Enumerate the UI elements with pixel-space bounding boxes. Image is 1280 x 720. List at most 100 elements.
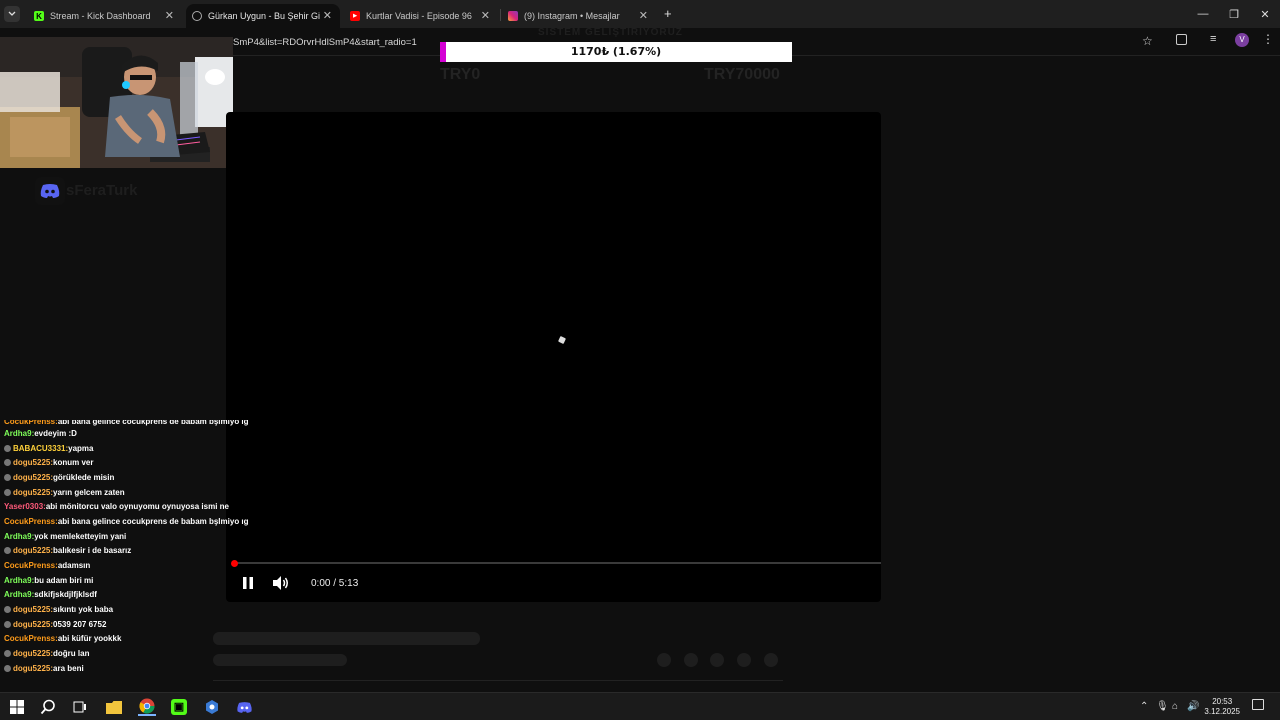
restore-icon[interactable]: ❐: [1217, 0, 1251, 28]
tab-separator: [500, 9, 501, 21]
clock-date: 3.12.2025: [1204, 707, 1240, 716]
chat-message: dogu5225: doğru lan: [0, 646, 250, 661]
chat-message: Ardha9: evdeyim :D: [0, 426, 250, 441]
windows-start-icon[interactable]: [8, 698, 26, 716]
chat-username: Ardha9: [4, 531, 32, 541]
action-skeleton: [710, 653, 724, 667]
browser-menu-icon[interactable]: ⋮: [1262, 32, 1274, 46]
chat-text: abi bana gelince cocukprens de babam bşl…: [57, 516, 249, 526]
chrome-icon[interactable]: [138, 698, 156, 716]
chat-username: BABACU3331: [13, 443, 66, 453]
chat-message: dogu5225: 0539 207 6752: [0, 617, 250, 632]
extensions-icon[interactable]: [1176, 34, 1187, 45]
volume-icon[interactable]: [272, 575, 290, 591]
user-badge-icon: [4, 650, 11, 658]
user-badge-icon: [4, 473, 11, 481]
audio-wave-icon: [192, 11, 202, 21]
chat-username: Yaser0303: [4, 502, 44, 512]
address-bar[interactable]: SmP4&list=RDOrvrHdlSmP4&start_radio=1: [233, 37, 417, 48]
chat-text: yarın gelcem zaten: [53, 487, 125, 497]
media-controls-icon[interactable]: ≡: [1210, 33, 1216, 45]
chat-text: görüklede misin: [53, 472, 115, 482]
tab-gurkan-uygun[interactable]: Gürkan Uygun - Bu Şehir Girdap ✕: [186, 4, 340, 28]
chevron-up-icon[interactable]: ⌃: [1140, 701, 1148, 712]
donation-title: SISTEM GELİŞTİRİYORUZ: [538, 27, 683, 38]
video-time-display: 0:00 / 5:13: [311, 578, 359, 589]
divider: [213, 680, 783, 681]
tab-title: Stream - Kick Dashboard: [50, 11, 151, 21]
network-icon[interactable]: ⌂: [1172, 701, 1178, 712]
profile-avatar[interactable]: V: [1235, 33, 1249, 47]
chat-message: CocukPrenss: abi küfür yookkk: [0, 632, 250, 647]
chat-text: konum ver: [53, 458, 94, 468]
tab-title: (9) Instagram • Mesajlar: [524, 11, 620, 21]
chat-username: CocukPrenss: [4, 420, 56, 426]
chat-username: Ardha9: [4, 590, 32, 600]
notifications-icon[interactable]: [1252, 699, 1264, 710]
donation-min-label: TRY0: [440, 66, 481, 83]
discord-icon: [35, 177, 65, 205]
chat-username: Ardha9: [4, 575, 32, 585]
network-app-icon[interactable]: [203, 698, 221, 716]
tab-instagram[interactable]: (9) Instagram • Mesajlar ✕: [502, 4, 656, 28]
donation-progress-bar: 1170₺ (1.67%): [440, 42, 792, 62]
chat-message: CocukPrenss: adamsın: [0, 558, 250, 573]
stream-chat-overlay: CocukPrenss: abi bana gelince cocukprens…: [0, 420, 250, 688]
chat-message: Ardha9: bu adam biri mi: [0, 573, 250, 588]
discord-icon[interactable]: [235, 698, 253, 716]
minimize-icon[interactable]: —: [1186, 0, 1220, 28]
new-tab-button[interactable]: +: [664, 6, 672, 21]
speaker-icon[interactable]: 🔊: [1187, 701, 1199, 712]
clock-time: 20:53: [1212, 697, 1233, 706]
tab-search-button[interactable]: [4, 6, 20, 22]
user-badge-icon: [4, 488, 11, 496]
chat-message: CocukPrenss: abi bana gelince cocukprens…: [0, 420, 250, 426]
chat-message: dogu5225: görüklede misin: [0, 470, 250, 485]
chat-text: adamsın: [57, 561, 91, 571]
chat-text: yapma: [68, 443, 94, 453]
loading-spinner-icon: [558, 336, 566, 344]
user-badge-icon: [4, 620, 11, 628]
tab-title: Kurtlar Vadisi - Episode 96 Mix: [366, 11, 474, 21]
action-skeleton: [764, 653, 778, 667]
chat-text: doğru lan: [53, 649, 90, 659]
user-badge-icon: [4, 459, 11, 467]
chat-text: abi mönitorcu valo oynuyomu oynuyosa ism…: [45, 502, 229, 512]
close-window-icon[interactable]: ✕: [1248, 0, 1280, 28]
close-tab-icon[interactable]: ✕: [639, 9, 648, 22]
donation-amount-text: 1170₺ (1.67%): [570, 45, 662, 58]
bookmark-star-icon[interactable]: ☆: [1142, 34, 1153, 48]
video-player[interactable]: 0:00 / 5:13: [226, 112, 881, 602]
tab-kurtlar-vadisi[interactable]: ▶ Kurtlar Vadisi - Episode 96 Mix ✕: [344, 4, 498, 28]
close-tab-icon[interactable]: ✕: [323, 9, 332, 22]
streamer-webcam-image: [0, 37, 233, 168]
task-view-icon[interactable]: [71, 698, 89, 716]
search-icon[interactable]: [39, 698, 57, 716]
close-tab-icon[interactable]: ✕: [481, 9, 490, 22]
file-explorer-icon[interactable]: [105, 698, 123, 716]
chat-message: dogu5225: ara beni: [0, 661, 250, 676]
chat-text: abi küfür yookkk: [57, 634, 122, 644]
tab-title: Gürkan Uygun - Bu Şehir Girdap: [208, 11, 320, 21]
chat-username: dogu5225: [13, 472, 51, 482]
chat-username: dogu5225: [13, 663, 51, 673]
chat-message: Yaser0303: abi mönitorcu valo oynuyomu o…: [0, 499, 250, 514]
chat-username: dogu5225: [13, 458, 51, 468]
microphone-icon[interactable]: 🎙: [1156, 701, 1169, 712]
chat-message: Ardha9: yok memleketteyim yani: [0, 529, 250, 544]
chat-username: CocukPrenss: [4, 561, 56, 571]
chat-message: dogu5225: yarın gelcem zaten: [0, 485, 250, 500]
taskbar-clock[interactable]: 20:53 3.12.2025: [1204, 697, 1240, 717]
tab-kick-dashboard[interactable]: K Stream - Kick Dashboard ✕: [28, 4, 182, 28]
chat-message: dogu5225: konum ver: [0, 455, 250, 470]
chat-message: dogu5225: balıkesir i de basarız: [0, 544, 250, 559]
windows-taskbar: ▣ ⌃ 🎙 ⌂ 🔊 20:53 3.12.2025: [0, 692, 1280, 720]
chat-text: balıkesir i de basarız: [53, 546, 132, 556]
kick-app-icon[interactable]: ▣: [170, 698, 188, 716]
close-tab-icon[interactable]: ✕: [165, 9, 174, 22]
kick-icon: K: [34, 11, 44, 21]
user-badge-icon: [4, 547, 11, 555]
video-progress-bar[interactable]: [234, 562, 881, 564]
chat-username: CocukPrenss: [4, 516, 56, 526]
title-skeleton: [213, 632, 480, 645]
